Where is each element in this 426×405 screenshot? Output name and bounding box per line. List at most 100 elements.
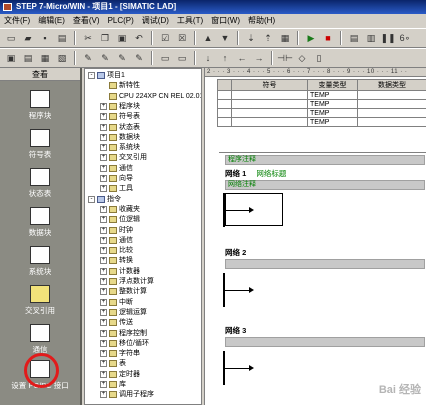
expand-icon[interactable]: + [100, 278, 107, 285]
table-cell[interactable] [357, 90, 426, 100]
app-symbol-icon[interactable]: ▭ [158, 51, 172, 65]
line-down-icon[interactable]: ↓ [201, 51, 215, 65]
nav-item-communication[interactable]: 通信 [0, 324, 80, 355]
expand-icon[interactable]: + [100, 381, 107, 388]
pause-icon[interactable]: ❚❚ [380, 31, 395, 45]
menu-window[interactable]: 窗口(W) [211, 15, 240, 26]
tree-item[interactable]: + 字符串 [100, 349, 140, 358]
delete-network-icon[interactable]: ▤ [21, 51, 35, 65]
tree-item[interactable]: + 计数器 [100, 267, 140, 276]
table-cell[interactable] [231, 90, 308, 100]
tree-item[interactable]: + 状态表 [100, 123, 140, 132]
expand-icon[interactable]: + [100, 185, 107, 193]
expand-icon[interactable]: + [100, 154, 107, 162]
force-icon[interactable]: 6∘ [398, 31, 412, 45]
table-row[interactable]: TEMP [217, 99, 426, 109]
expand-icon[interactable]: + [100, 339, 107, 347]
tree-item[interactable]: + 交叉引用 [100, 153, 147, 162]
undo-icon[interactable]: ↶ [132, 31, 146, 45]
compile-icon[interactable]: ☑ [158, 31, 172, 45]
toggle-bookmark-icon[interactable]: ▦ [38, 51, 52, 65]
network-1-header[interactable]: 网络 1 网络标题 [225, 168, 286, 179]
insert-network-icon[interactable]: ▣ [4, 51, 18, 65]
tree-item[interactable]: + 库 [100, 380, 126, 389]
tree-item[interactable]: + 程序控制 [100, 329, 147, 338]
tree-item[interactable]: + 向导 [100, 174, 133, 183]
tree-item[interactable]: + 通信 [100, 236, 133, 245]
nav-item-status-table[interactable]: 状态表 [0, 168, 80, 199]
collapse-icon[interactable]: - [88, 195, 95, 203]
nav-item-system-block[interactable]: 系统块 [0, 246, 80, 277]
expand-icon[interactable]: + [100, 216, 107, 224]
tree-item[interactable]: + 比较 [100, 246, 133, 255]
tree-item[interactable]: + 移位/循环 [100, 339, 149, 348]
tree-item[interactable]: + 符号表 [100, 112, 140, 121]
tree-item[interactable]: + 程序块 [100, 102, 140, 111]
expand-icon[interactable]: + [100, 226, 107, 234]
expand-icon[interactable]: + [100, 391, 107, 399]
table-cell[interactable] [217, 99, 232, 109]
menu-tools[interactable]: 工具(T) [177, 15, 203, 26]
tree-item[interactable]: - 项目1 [88, 71, 125, 80]
tree-item[interactable]: + 传送 [100, 318, 133, 327]
expand-icon[interactable]: + [100, 247, 107, 255]
print-icon[interactable]: ▤ [55, 31, 69, 45]
nav-item-data-block[interactable]: 数据块 [0, 207, 80, 238]
table-cell[interactable]: TEMP [307, 108, 358, 118]
tree-item[interactable]: + 工具 [100, 184, 133, 193]
expand-icon[interactable]: + [100, 267, 107, 275]
network-comment[interactable]: 网络注释 [225, 180, 425, 190]
expand-icon[interactable]: + [100, 175, 107, 182]
table-row[interactable]: TEMP [217, 117, 426, 127]
nav-item-program-block[interactable]: 程序块 [0, 90, 80, 121]
tree-item[interactable]: + 整数计算 [100, 287, 147, 296]
tree-item[interactable]: + 系统块 [100, 143, 140, 152]
cut-icon[interactable]: ✂ [81, 31, 95, 45]
expand-icon[interactable]: + [100, 298, 107, 306]
program-status-icon[interactable]: ▤ [347, 31, 361, 45]
expand-icon[interactable]: + [100, 360, 107, 368]
table-cell[interactable] [217, 90, 232, 100]
paste-icon[interactable]: ▣ [115, 31, 129, 45]
symbol-table-icon[interactable]: ▭ [175, 51, 189, 65]
menu-debug[interactable]: 调试(D) [142, 15, 169, 26]
table-cell[interactable] [231, 99, 308, 109]
tree-item[interactable]: CPU 224XP CN REL 02.01 [100, 92, 201, 101]
expand-icon[interactable]: + [100, 205, 107, 213]
tree-item[interactable]: + 收藏夹 [100, 205, 140, 214]
copy-icon[interactable]: ❐ [98, 31, 112, 45]
expand-icon[interactable]: + [100, 123, 107, 131]
tree-item[interactable]: 新特性 [100, 81, 140, 90]
expand-icon[interactable]: + [100, 102, 107, 110]
contact-icon[interactable]: ⊣⊢ [277, 51, 293, 65]
expand-icon[interactable]: + [100, 329, 107, 337]
box-icon[interactable]: ▯ [312, 51, 326, 65]
expand-icon[interactable]: + [100, 319, 107, 327]
table-cell[interactable]: TEMP [307, 90, 358, 100]
table-cell[interactable] [231, 117, 308, 127]
table-cell[interactable] [357, 108, 426, 118]
network-comment[interactable] [225, 337, 425, 347]
symbol-info-icon[interactable]: ✎ [132, 51, 146, 65]
program-comment[interactable]: 程序注释 [225, 155, 425, 165]
compile-all-icon[interactable]: ☒ [175, 31, 189, 45]
expand-icon[interactable]: + [100, 257, 107, 265]
tree-item[interactable]: + 定时器 [100, 370, 140, 379]
tree-item[interactable]: + 数据块 [100, 133, 140, 142]
menu-view[interactable]: 查看(V) [73, 15, 100, 26]
table-cell[interactable]: TEMP [307, 117, 358, 127]
prev-bookmark-icon[interactable]: ✎ [98, 51, 112, 65]
nav-item-symbol-table[interactable]: 符号表 [0, 129, 80, 160]
tree-item[interactable]: + 转换 [100, 256, 133, 265]
tree-item[interactable]: + 通信 [100, 164, 133, 173]
network-2-header[interactable]: 网络 2 [225, 247, 254, 258]
remove-bookmarks-icon[interactable]: ✎ [115, 51, 129, 65]
ladder-editor[interactable]: 程序注释 网络 1 网络标题 网络注释 网络 2 网络 3 Bai 经验 [219, 152, 426, 405]
coil-icon[interactable]: ◇ [295, 51, 309, 65]
line-up-icon[interactable]: ↑ [218, 51, 232, 65]
expand-icon[interactable]: + [100, 350, 107, 358]
table-row[interactable]: TEMP [217, 108, 426, 118]
table-cell[interactable] [231, 108, 308, 118]
stop-icon[interactable]: ■ [321, 31, 335, 45]
next-bookmark-icon[interactable]: ✎ [81, 51, 95, 65]
